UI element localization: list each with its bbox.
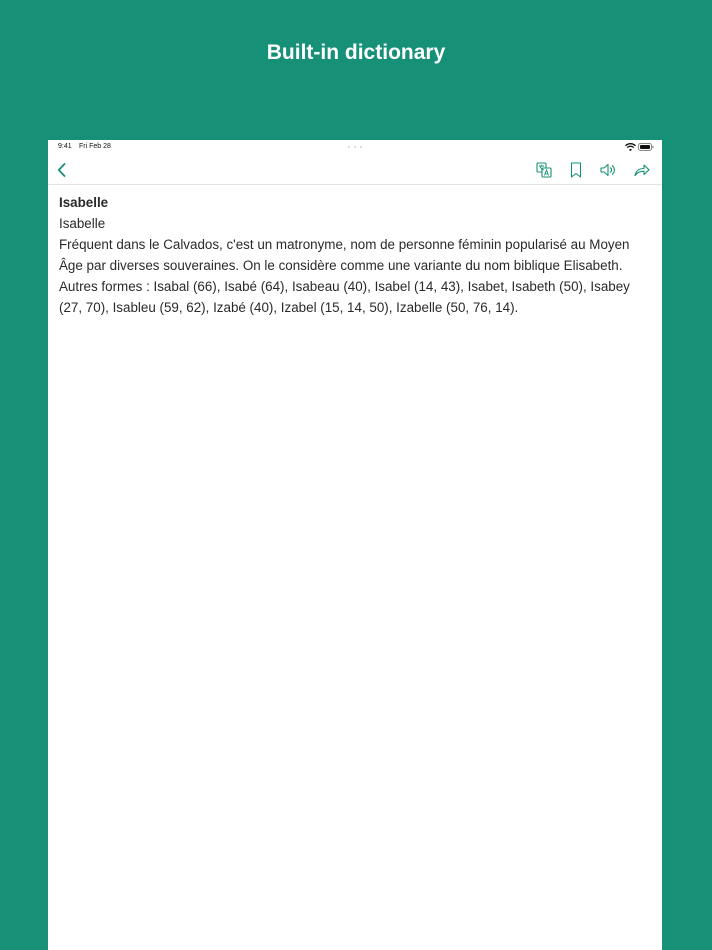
battery-icon <box>638 143 654 151</box>
status-date: Fri Feb 28 <box>79 143 111 150</box>
share-button[interactable] <box>632 160 652 180</box>
pronounce-button[interactable] <box>598 160 618 180</box>
translate-icon <box>536 162 552 178</box>
entry-definition: Fréquent dans le Calvados, c'est un matr… <box>59 237 630 315</box>
dictionary-entry: Isabelle Isabelle Fréquent dans le Calva… <box>59 192 655 318</box>
navigation-bar <box>48 155 662 185</box>
bookmark-icon <box>570 162 582 178</box>
app-window: 9:41 Fri Feb 28 Isabelle Isabelle Fréque… <box>48 140 662 950</box>
bookmark-button[interactable] <box>566 160 586 180</box>
share-icon <box>634 164 650 177</box>
status-time: 9:41 <box>58 143 72 150</box>
status-bar: 9:41 Fri Feb 28 <box>48 140 662 155</box>
speaker-icon <box>600 163 615 177</box>
wifi-icon <box>625 143 636 151</box>
translate-button[interactable] <box>534 160 554 180</box>
back-button[interactable] <box>52 160 72 180</box>
entry-headword: Isabelle <box>59 195 109 210</box>
banner-title: Built-in dictionary <box>266 41 446 64</box>
multitasking-dots-icon[interactable] <box>348 146 362 148</box>
entry-subheading: Isabelle <box>59 216 106 231</box>
back-chevron-icon <box>57 163 66 177</box>
